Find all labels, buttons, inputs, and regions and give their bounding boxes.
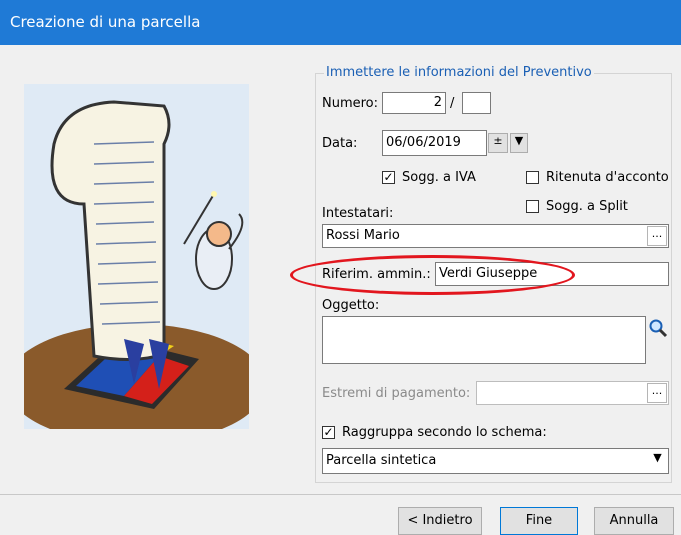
intestatari-field[interactable]: Rossi Mario: [322, 224, 669, 248]
cancel-button[interactable]: Annulla: [594, 507, 674, 535]
intestatari-label: Intestatari:: [322, 206, 394, 221]
data-label: Data:: [322, 136, 358, 151]
estremi-browse-button[interactable]: ...: [647, 383, 667, 403]
date-field[interactable]: 06/06/2019: [382, 130, 487, 156]
oggetto-field[interactable]: [322, 316, 646, 364]
footer-separator: [0, 494, 681, 495]
spin-icon[interactable]: ±: [488, 133, 508, 153]
scroll-illustration: [24, 84, 249, 429]
numero-separator: /: [450, 96, 455, 111]
search-icon[interactable]: [647, 318, 669, 342]
chevron-down-icon[interactable]: ▼: [648, 451, 667, 471]
numero-label: Numero:: [322, 96, 379, 111]
schema-select[interactable]: Parcella sintetica: [322, 448, 669, 474]
raggruppa-checkbox[interactable]: ✓: [322, 426, 335, 439]
numero-suffix-field[interactable]: [462, 92, 491, 114]
ritenuta-label: Ritenuta d'acconto: [546, 170, 669, 185]
chevron-down-icon[interactable]: ▼: [510, 133, 528, 153]
sogg-iva-checkbox[interactable]: ✓: [382, 171, 395, 184]
intestatari-browse-button[interactable]: ...: [647, 226, 667, 246]
back-button[interactable]: < Indietro: [398, 507, 482, 535]
estremi-field[interactable]: [476, 381, 669, 405]
finish-button[interactable]: Fine: [500, 507, 578, 535]
window-title: Creazione di una parcella: [0, 0, 681, 45]
sogg-split-label: Sogg. a Split: [546, 199, 628, 214]
sogg-split-checkbox[interactable]: [526, 200, 539, 213]
oggetto-label: Oggetto:: [322, 298, 380, 313]
ritenuta-checkbox[interactable]: [526, 171, 539, 184]
sogg-iva-label: Sogg. a IVA: [402, 170, 476, 185]
group-legend: Immettere le informazioni del Preventivo: [324, 65, 594, 81]
raggruppa-label: Raggruppa secondo lo schema:: [342, 425, 547, 440]
numero-field[interactable]: 2: [382, 92, 446, 114]
riferim-label: Riferim. ammin.:: [322, 267, 431, 282]
riferim-field[interactable]: Verdi Giuseppe: [435, 262, 669, 286]
estremi-label: Estremi di pagamento:: [322, 386, 471, 401]
